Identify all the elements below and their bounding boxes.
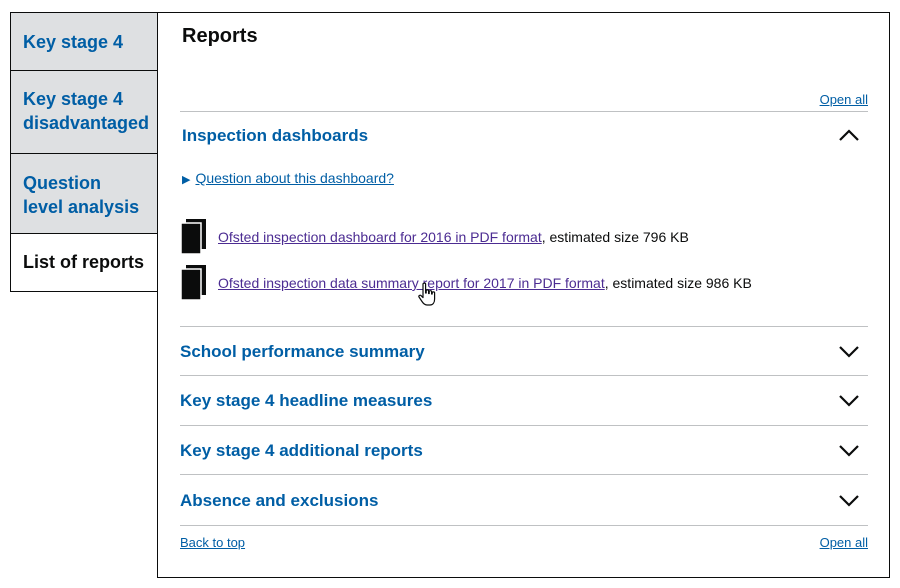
accordion-header-key-stage-4-headline-measures[interactable]: Key stage 4 headline measures (180, 384, 868, 418)
divider (180, 326, 868, 327)
tab-key-stage-4[interactable]: Key stage 4 (10, 12, 158, 71)
document-size: , estimated size 986 KB (604, 275, 752, 291)
triangle-right-icon: ▶ (182, 174, 191, 186)
accordion-title: Inspection dashboards (182, 126, 369, 145)
document-text: Ofsted inspection data summary report fo… (218, 275, 752, 291)
chevron-up-icon (839, 129, 859, 141)
document-text: Ofsted inspection dashboard for 2016 in … (218, 229, 689, 245)
divider (180, 525, 868, 526)
divider (180, 474, 868, 475)
accordion-header-school-performance-summary[interactable]: School performance summary (180, 335, 868, 369)
divider (180, 425, 868, 426)
accordion-title: Key stage 4 additional reports (180, 441, 423, 460)
document-icon (180, 265, 206, 301)
chevron-down-icon (839, 445, 859, 457)
open-all-link-top[interactable]: Open all (820, 92, 868, 107)
chevron-down-icon (839, 495, 859, 507)
divider (180, 111, 868, 112)
chevron-down-icon (839, 346, 859, 358)
details-summary-label: Question about this dashboard? (195, 170, 394, 186)
divider (180, 375, 868, 376)
hand-pointer-cursor-icon (418, 282, 436, 306)
document-size: , estimated size 796 KB (541, 229, 689, 245)
accordion-title: School performance summary (180, 342, 425, 361)
document-link-summary-report-2017[interactable]: Ofsted inspection data summary report fo… (218, 275, 605, 291)
open-all-link-bottom[interactable]: Open all (820, 535, 868, 550)
back-to-top-link[interactable]: Back to top (180, 535, 245, 550)
accordion-header-absence-and-exclusions[interactable]: Absence and exclusions (180, 484, 868, 518)
chevron-down-icon (839, 395, 859, 407)
tab-key-stage-4-disadvantaged[interactable]: Key stage 4 disadvantaged (10, 70, 158, 154)
accordion-header-key-stage-4-additional-reports[interactable]: Key stage 4 additional reports (180, 434, 868, 468)
page-title: Reports (182, 25, 258, 47)
details-summary-question[interactable]: ▶ Question about this dashboard? (182, 170, 394, 186)
accordion-header-inspection-dashboards[interactable]: Inspection dashboards (180, 119, 868, 153)
reports-panel: Reports Open all Inspection dashboards ▶… (157, 12, 890, 578)
accordion-title: Absence and exclusions (180, 491, 379, 510)
document-icon (180, 219, 206, 255)
tab-list-of-reports[interactable]: List of reports (10, 233, 158, 292)
document-link-dashboard-2016[interactable]: Ofsted inspection dashboard for 2016 in … (218, 229, 542, 245)
tab-question-level-analysis[interactable]: Question level analysis (10, 153, 158, 234)
accordion-title: Key stage 4 headline measures (180, 391, 433, 410)
